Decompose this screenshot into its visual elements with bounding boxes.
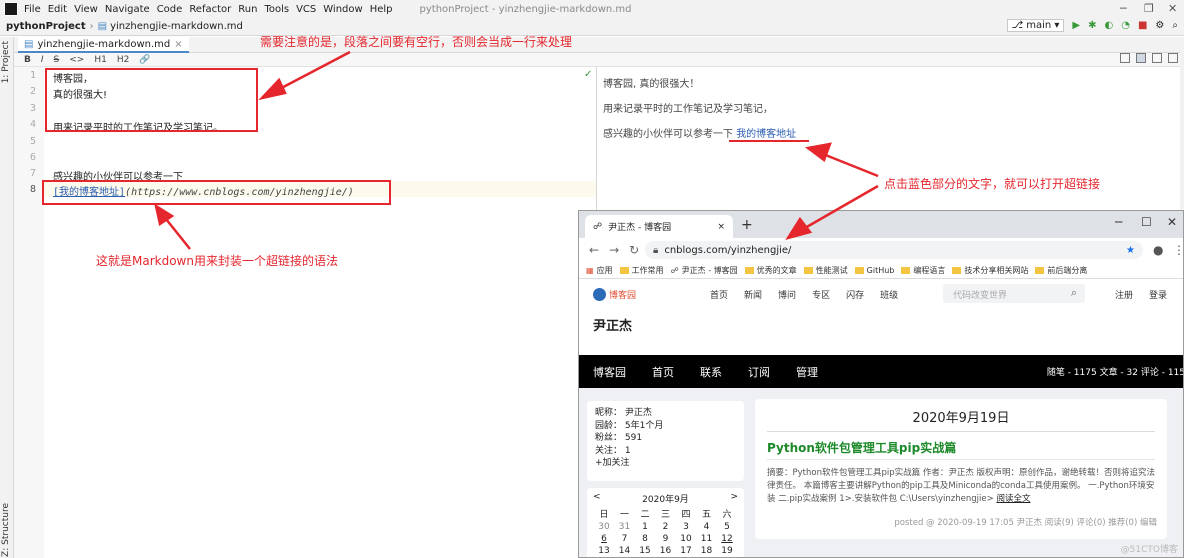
arrow-head-icon — [785, 216, 813, 241]
arrow-head-icon — [804, 142, 832, 163]
arrow-head-icon — [154, 203, 175, 227]
annotation-note-right: 点击蓝色部分的文字，就可以打开超链接 — [884, 177, 1101, 191]
arrow-head-icon — [258, 77, 287, 101]
watermark: @51CTO博客 — [1120, 545, 1178, 555]
annotation-arrow-right-lower — [797, 184, 879, 234]
annotation-note-top: 需要注意的是，段落之间要有空行，否则会当成一行来处理 — [260, 35, 573, 49]
annotation-arrows — [154, 50, 879, 250]
annotation-arrow-right-upper — [817, 150, 879, 178]
annotation-note-bottom: 这就是Markdown用来封装一个超链接的语法 — [96, 254, 338, 268]
